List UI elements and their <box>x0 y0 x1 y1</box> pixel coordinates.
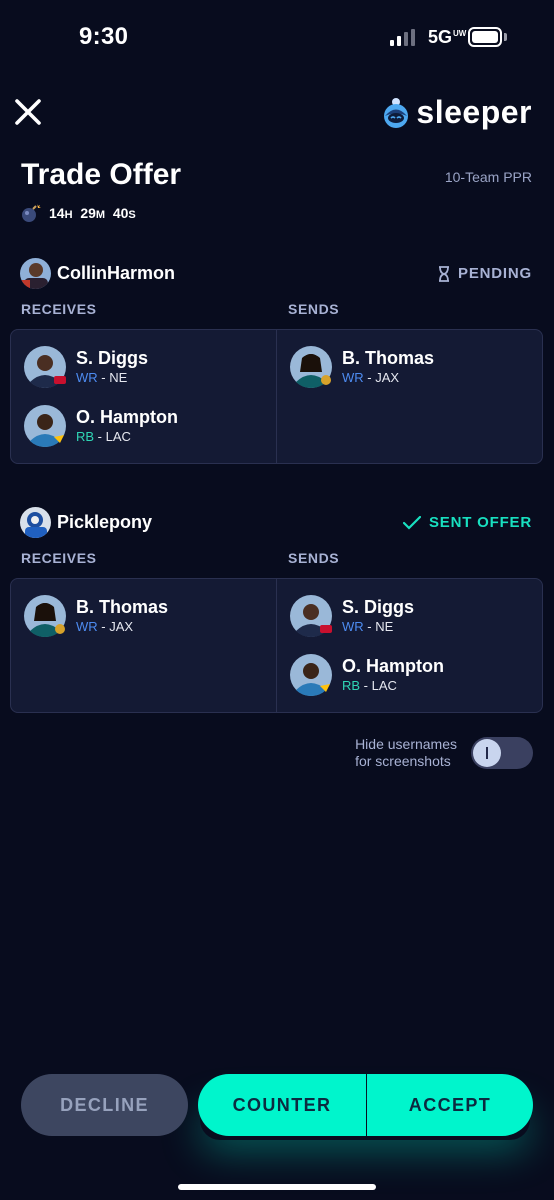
player-team: LAC <box>371 678 397 693</box>
player-name: B. Thomas <box>76 597 169 617</box>
user-row[interactable]: Picklepony <box>20 507 152 538</box>
avatar <box>20 507 51 538</box>
trade-card: S. Diggs WR - NE O. Hampton RB - LAC B. … <box>10 329 543 464</box>
counter-button[interactable]: COUNTER <box>198 1074 366 1136</box>
player-avatar <box>24 595 66 637</box>
player-avatar <box>24 346 66 388</box>
signal-icon <box>390 29 418 46</box>
close-button[interactable] <box>14 98 42 126</box>
sends-column: B. Thomas WR - JAX <box>276 330 542 463</box>
sends-label: SENDS <box>288 550 340 566</box>
hide-usernames-row: Hide usernames for screenshots <box>355 736 533 770</box>
player-item[interactable]: B. Thomas WR - JAX <box>290 346 434 388</box>
player-avatar <box>290 346 332 388</box>
status-badge: PENDING <box>438 265 532 282</box>
player-team: NE <box>375 619 394 634</box>
player-position: RB <box>342 678 361 693</box>
checkmark-icon <box>402 515 421 530</box>
player-item[interactable]: B. Thomas WR - JAX <box>24 595 168 637</box>
player-name: O. Hampton <box>76 407 178 427</box>
receives-column: B. Thomas WR - JAX <box>11 579 276 712</box>
accept-button[interactable]: ACCEPT <box>367 1074 533 1136</box>
status-bar: 9:30 5GUW <box>0 0 554 70</box>
receives-label: RECEIVES <box>21 550 97 566</box>
status-time: 9:30 <box>79 23 129 50</box>
network-indicator: 5GUW <box>428 27 467 47</box>
player-avatar <box>24 405 66 447</box>
player-name: S. Diggs <box>342 597 415 617</box>
player-position: WR <box>342 370 364 385</box>
status-badge: SENT OFFER <box>402 514 532 531</box>
receives-column: S. Diggs WR - NE O. Hampton RB - LAC <box>11 330 276 463</box>
decline-button[interactable]: DECLINE <box>21 1074 188 1136</box>
player-position: WR <box>76 619 98 634</box>
page-title: Trade Offer <box>21 158 182 191</box>
offer-timer: 14H 29M 40S <box>21 203 136 223</box>
player-position: WR <box>342 619 364 634</box>
player-avatar <box>290 595 332 637</box>
player-name: B. Thomas <box>342 348 435 368</box>
player-team: JAX <box>375 370 400 385</box>
player-avatar <box>290 654 332 696</box>
player-item[interactable]: O. Hampton RB - LAC <box>290 654 444 696</box>
player-item[interactable]: S. Diggs WR - NE <box>290 595 414 637</box>
bomb-icon <box>22 204 41 222</box>
toggle-knob <box>473 739 501 767</box>
sleeper-logo: sleeper <box>382 94 532 131</box>
trade-card: B. Thomas WR - JAX S. Diggs WR - NE O. H… <box>10 578 543 713</box>
sends-column: S. Diggs WR - NE O. Hampton RB - LAC <box>276 579 542 712</box>
hide-usernames-label: Hide usernames for screenshots <box>355 736 457 769</box>
player-team: JAX <box>109 619 134 634</box>
player-team: LAC <box>105 429 131 444</box>
player-item[interactable]: O. Hampton RB - LAC <box>24 405 178 447</box>
sleeper-mascot-icon <box>384 97 409 128</box>
hide-usernames-toggle[interactable] <box>471 737 533 769</box>
username: Picklepony <box>57 512 153 532</box>
player-name: O. Hampton <box>342 656 444 676</box>
battery-icon <box>468 27 502 47</box>
username: CollinHarmon <box>57 263 176 283</box>
league-type: 10-Team PPR <box>444 169 532 185</box>
hourglass-icon <box>439 265 450 282</box>
receives-label: RECEIVES <box>21 301 97 317</box>
user-row[interactable]: CollinHarmon <box>20 258 175 289</box>
sends-label: SENDS <box>288 301 340 317</box>
player-position: WR <box>76 370 98 385</box>
player-position: RB <box>76 429 95 444</box>
player-team: NE <box>109 370 128 385</box>
avatar <box>20 258 51 289</box>
close-icon <box>15 99 41 125</box>
player-name: S. Diggs <box>76 348 149 368</box>
player-item[interactable]: S. Diggs WR - NE <box>24 346 148 388</box>
home-indicator[interactable] <box>178 1184 376 1190</box>
brand-name: sleeper <box>416 94 532 130</box>
